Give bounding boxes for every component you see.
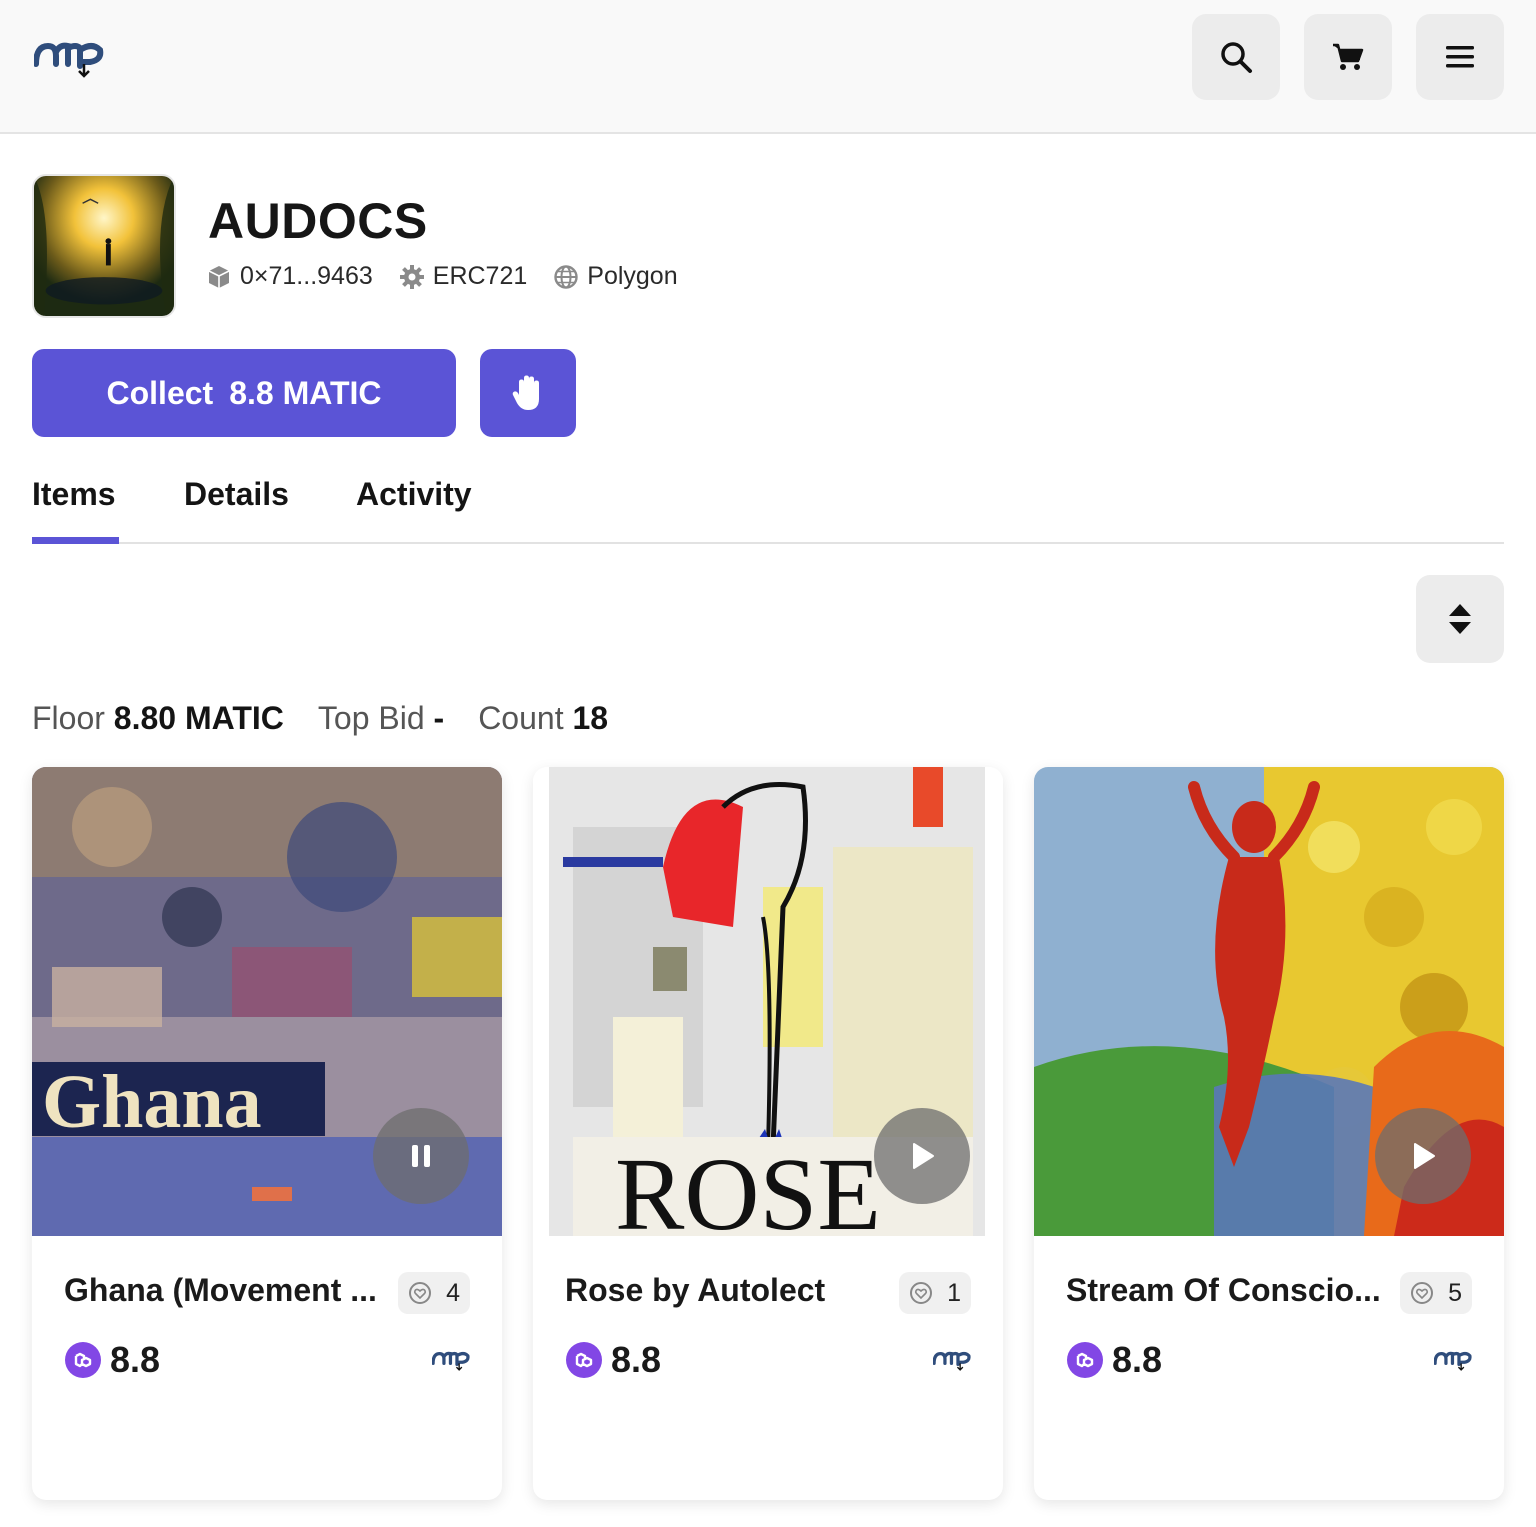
item-name[interactable]: Ghana (Movement ... (64, 1272, 377, 1309)
like-count[interactable]: 5 (1400, 1272, 1472, 1314)
polygon-matic-icon (65, 1342, 101, 1378)
collect-button[interactable]: Collect 8.8 MATIC (32, 349, 456, 437)
tab-items[interactable]: Items (32, 476, 116, 513)
polygon-matic-icon (1067, 1342, 1103, 1378)
nup-logo-icon[interactable] (33, 34, 104, 78)
gear-icon (399, 264, 424, 289)
cube-icon (208, 265, 230, 288)
globe-icon (554, 264, 578, 289)
item-card[interactable]: Ghana Ghana (Movement ... 4 8.8 (32, 767, 502, 1500)
hamburger-menu-icon (1446, 46, 1474, 68)
floor-stat: Floor 8.80 MATIC (32, 700, 284, 736)
contract-address[interactable]: 0×71...9463 (206, 262, 373, 291)
tab-bar: Items Details Activity (32, 470, 1504, 544)
sort-button[interactable] (1416, 575, 1504, 663)
hand-icon (512, 375, 539, 410)
search-button[interactable] (1192, 14, 1280, 100)
sort-icon (1449, 604, 1471, 634)
top-header (0, 0, 1536, 134)
play-button[interactable] (874, 1108, 970, 1204)
like-count[interactable]: 1 (899, 1272, 971, 1314)
menu-button[interactable] (1416, 14, 1504, 100)
item-price: 8.8 (64, 1339, 160, 1381)
play-icon (1414, 1143, 1435, 1169)
item-card[interactable]: Stream Of Conscio... 5 8.8 (1034, 767, 1504, 1500)
item-name[interactable]: Stream Of Conscio... (1066, 1272, 1381, 1309)
network: Polygon (553, 262, 678, 291)
token-standard: ERC721 (399, 262, 527, 291)
tab-details[interactable]: Details (184, 476, 289, 513)
make-offer-button[interactable] (480, 349, 576, 437)
item-name[interactable]: Rose by Autolect (565, 1272, 825, 1309)
svg-text:Ghana: Ghana (42, 1060, 262, 1144)
like-count[interactable]: 4 (398, 1272, 470, 1314)
cart-button[interactable] (1304, 14, 1392, 100)
polygon-matic-icon (566, 1342, 602, 1378)
collection-stats: Floor 8.80 MATIC Top Bid - Count 18 (32, 700, 642, 737)
tab-activity[interactable]: Activity (356, 476, 472, 513)
play-button[interactable] (1375, 1108, 1471, 1204)
collection-title: AUDOCS (208, 193, 428, 249)
top-bid-stat: Top Bid - (317, 700, 445, 736)
pause-icon (412, 1145, 430, 1167)
nup-logo-icon (933, 1351, 971, 1371)
play-icon (913, 1143, 934, 1169)
item-price: 8.8 (1066, 1339, 1162, 1381)
heart-circle-icon (1411, 1282, 1434, 1304)
search-icon (1221, 42, 1252, 73)
svg-text:ROSE: ROSE (615, 1137, 881, 1236)
cart-icon (1333, 43, 1364, 70)
pause-button[interactable] (373, 1108, 469, 1204)
item-card[interactable]: ROSE Rose by Autolect 1 8.8 (533, 767, 1003, 1500)
collection-avatar (32, 174, 176, 318)
nup-logo-icon (432, 1351, 470, 1371)
nup-logo-icon (1434, 1351, 1472, 1371)
heart-circle-icon (910, 1282, 933, 1304)
item-price: 8.8 (565, 1339, 661, 1381)
count-stat: Count 18 (478, 700, 609, 736)
active-tab-indicator (32, 537, 119, 544)
collection-meta: 0×71...9463 ERC721 Polygon (206, 262, 704, 291)
heart-circle-icon (409, 1282, 432, 1304)
